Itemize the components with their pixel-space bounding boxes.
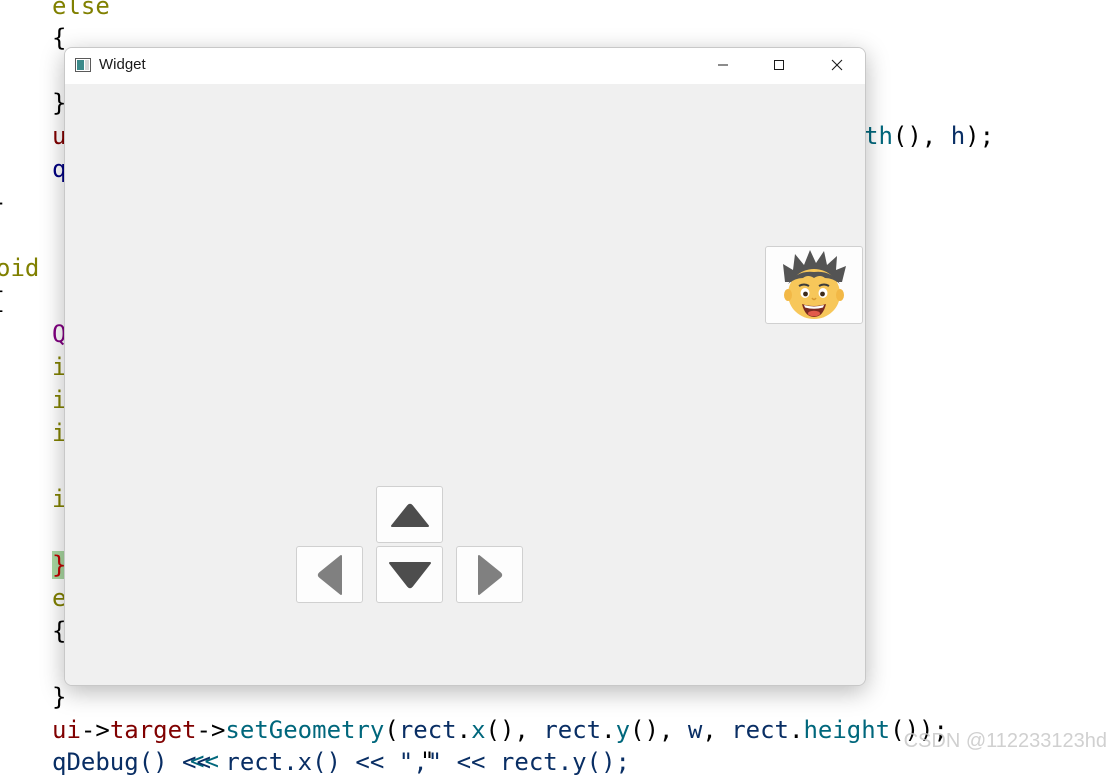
- code-var: h: [950, 122, 966, 150]
- app-window-icon: [75, 58, 91, 72]
- code-token: .: [601, 716, 616, 744]
- code-token: y: [615, 716, 631, 744]
- code-token: .: [456, 716, 472, 744]
- code-token: (),: [630, 716, 688, 744]
- code-punct-end: );: [965, 122, 995, 150]
- code-line-setgeometry: ui->target->setGeometry(rect.x(), rect.y…: [52, 714, 948, 747]
- code-token: ->: [196, 716, 226, 744]
- widget-window[interactable]: Widget: [64, 47, 866, 686]
- minimize-icon: [718, 64, 728, 66]
- code-token: ->: [80, 716, 110, 744]
- minimize-button[interactable]: [695, 48, 751, 82]
- code-line: else: [52, 0, 110, 20]
- move-down-button[interactable]: [376, 546, 443, 603]
- arrow-left-icon: [317, 554, 342, 595]
- cartoon-face-icon: [783, 250, 846, 319]
- window-title: Widget: [99, 56, 146, 73]
- csdn-watermark: CSDN @112233123hd: [903, 730, 1107, 752]
- target-face-button[interactable]: [765, 246, 863, 324]
- code-line: -: [0, 186, 6, 219]
- widget-client-area: [65, 84, 865, 685]
- move-left-button[interactable]: [296, 546, 363, 603]
- code-line: }: [52, 683, 67, 711]
- code-token: (),: [485, 716, 544, 744]
- close-icon: [831, 59, 843, 71]
- arrow-down-icon: [388, 561, 431, 588]
- arrow-right-icon: [477, 554, 502, 595]
- code-punct: (),: [892, 122, 951, 150]
- maximize-icon: [774, 60, 784, 70]
- code-line-qdebug: qDebug() << rect.x() << "," << rect.y();: [52, 748, 630, 776]
- code-token: (: [384, 716, 399, 744]
- title-bar[interactable]: Widget: [65, 48, 865, 84]
- code-fn-fragment: th: [864, 122, 893, 150]
- code-token: rect: [543, 716, 602, 744]
- code-token: rect: [398, 716, 457, 744]
- code-token: height: [803, 716, 891, 744]
- maximize-button[interactable]: [751, 48, 807, 82]
- code-token: ui: [52, 716, 81, 744]
- code-token: w: [687, 716, 703, 744]
- close-button[interactable]: [809, 48, 865, 82]
- code-token: rect: [731, 716, 789, 744]
- arrow-up-icon: [390, 503, 429, 527]
- code-line: [: [0, 285, 6, 318]
- code-token: .: [788, 716, 804, 744]
- move-up-button[interactable]: [376, 486, 443, 543]
- code-token: setGeometry: [225, 716, 385, 744]
- code-token: ,: [702, 716, 732, 744]
- move-right-button[interactable]: [456, 546, 523, 603]
- code-line: oid: [0, 254, 40, 282]
- code-token: target: [109, 716, 197, 744]
- code-token: x: [471, 716, 486, 744]
- code-line-right-fragment: th(), h);: [864, 120, 994, 153]
